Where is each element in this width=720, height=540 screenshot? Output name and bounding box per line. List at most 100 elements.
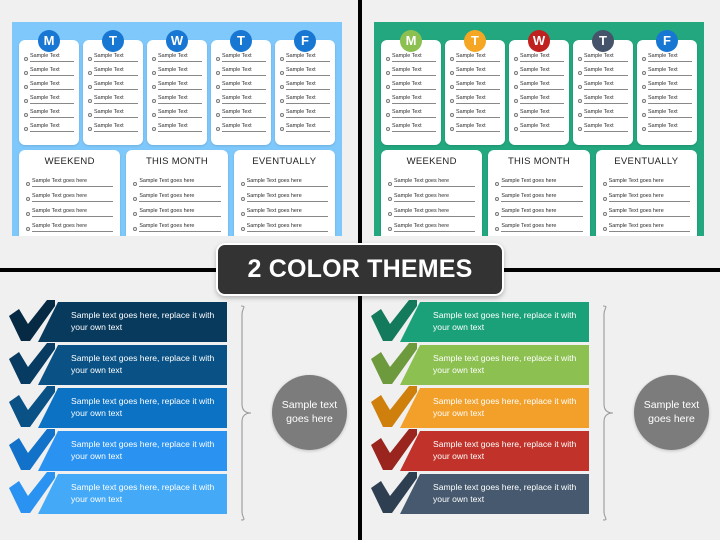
bucket-task-row[interactable]: Sample Text goes here — [133, 202, 221, 217]
arrow-list-item[interactable]: Sample text goes here, replace it with y… — [371, 343, 589, 385]
arrow-list-item[interactable]: Sample text goes here, replace it with y… — [9, 343, 227, 385]
task-row[interactable]: Sample Text — [88, 119, 138, 132]
checkbox-circle-icon[interactable] — [280, 85, 284, 89]
checkbox-circle-icon[interactable] — [642, 99, 646, 103]
checkbox-circle-icon[interactable] — [578, 71, 582, 75]
summary-circle-blue[interactable]: Sample text goes here — [272, 375, 347, 450]
task-row[interactable]: Sample Text — [88, 105, 138, 118]
checkbox-circle-icon[interactable] — [152, 127, 156, 131]
checkbox-circle-icon[interactable] — [216, 127, 220, 131]
task-row[interactable]: Sample Text — [280, 91, 330, 104]
checkbox-circle-icon[interactable] — [280, 71, 284, 75]
checkbox-circle-icon[interactable] — [602, 227, 607, 231]
checkbox-circle-icon[interactable] — [24, 57, 28, 61]
checkbox-circle-icon[interactable] — [88, 71, 92, 75]
day-card[interactable]: W Sample Text Sample Text Sample Text Sample… — [509, 30, 569, 145]
checkbox-circle-icon[interactable] — [602, 197, 607, 201]
bucket-card[interactable]: EVENTUALLY Sample Text goes here Sample Te… — [233, 150, 335, 236]
checkbox-circle-icon[interactable] — [88, 113, 92, 117]
checkbox-circle-icon[interactable] — [578, 99, 582, 103]
task-row[interactable]: Sample Text — [514, 91, 564, 104]
checkbox-circle-icon[interactable] — [450, 71, 454, 75]
checkbox-circle-icon[interactable] — [450, 113, 454, 117]
checkbox-circle-icon[interactable] — [386, 85, 390, 89]
checkbox-circle-icon[interactable] — [388, 182, 392, 186]
checkbox-circle-icon[interactable] — [514, 99, 518, 103]
checkbox-circle-icon[interactable] — [388, 227, 392, 231]
checkbox-circle-icon[interactable] — [578, 127, 582, 131]
checkbox-circle-icon[interactable] — [495, 227, 500, 231]
checkbox-circle-icon[interactable] — [24, 99, 28, 103]
checkbox-circle-icon[interactable] — [26, 212, 30, 216]
checkbox-circle-icon[interactable] — [152, 71, 156, 75]
task-row[interactable]: Sample Text — [152, 119, 202, 132]
task-row[interactable]: Sample Text — [24, 63, 74, 76]
checkbox-circle-icon[interactable] — [450, 85, 454, 89]
checkbox-circle-icon[interactable] — [26, 227, 30, 231]
bucket-card[interactable]: THIS MONTH Sample Text goes here Sample Te… — [488, 150, 590, 236]
checkbox-circle-icon[interactable] — [88, 57, 92, 61]
checkbox-circle-icon[interactable] — [26, 182, 30, 186]
task-row[interactable]: Sample Text — [450, 63, 500, 76]
checkbox-circle-icon[interactable] — [280, 99, 284, 103]
task-row[interactable]: Sample Text — [280, 63, 330, 76]
bucket-task-row[interactable]: Sample Text goes here — [240, 202, 328, 217]
task-row[interactable]: Sample Text — [386, 105, 436, 118]
checkbox-circle-icon[interactable] — [24, 71, 28, 75]
checkbox-circle-icon[interactable] — [495, 212, 500, 216]
checkbox-circle-icon[interactable] — [514, 85, 518, 89]
day-card[interactable]: W Sample Text Sample Text Sample Text Sample… — [147, 30, 207, 145]
checkbox-circle-icon[interactable] — [152, 57, 156, 61]
checkbox-circle-icon[interactable] — [386, 99, 390, 103]
checkbox-circle-icon[interactable] — [602, 212, 607, 216]
bucket-task-row[interactable]: Sample Text goes here — [26, 202, 114, 217]
bucket-card[interactable]: EVENTUALLY Sample Text goes here Sample Te… — [595, 150, 697, 236]
checkbox-circle-icon[interactable] — [642, 85, 646, 89]
checkbox-circle-icon[interactable] — [133, 197, 138, 201]
checkbox-circle-icon[interactable] — [642, 57, 646, 61]
bucket-card[interactable]: THIS MONTH Sample Text goes here Sample Te… — [126, 150, 228, 236]
task-row[interactable]: Sample Text — [152, 105, 202, 118]
task-row[interactable]: Sample Text — [578, 91, 628, 104]
task-row[interactable]: Sample Text — [88, 63, 138, 76]
checkbox-circle-icon[interactable] — [280, 57, 284, 61]
arrow-list-item[interactable]: Sample text goes here, replace it with y… — [9, 429, 227, 471]
checkbox-circle-icon[interactable] — [240, 182, 245, 186]
checkbox-circle-icon[interactable] — [216, 85, 220, 89]
checkbox-circle-icon[interactable] — [388, 197, 392, 201]
checkbox-circle-icon[interactable] — [514, 127, 518, 131]
task-row[interactable]: Sample Text — [216, 63, 266, 76]
bucket-task-row[interactable]: Sample Text goes here — [133, 217, 221, 232]
checkbox-circle-icon[interactable] — [386, 127, 390, 131]
day-card[interactable]: T Sample Text Sample Text Sample Text Sample… — [83, 30, 143, 145]
task-row[interactable]: Sample Text — [216, 105, 266, 118]
arrow-list-item[interactable]: Sample text goes here, replace it with y… — [9, 472, 227, 514]
task-row[interactable]: Sample Text — [578, 105, 628, 118]
task-row[interactable]: Sample Text — [578, 119, 628, 132]
checkbox-circle-icon[interactable] — [514, 113, 518, 117]
task-row[interactable]: Sample Text — [386, 91, 436, 104]
bucket-task-row[interactable]: Sample Text goes here — [240, 217, 328, 232]
checkbox-circle-icon[interactable] — [386, 71, 390, 75]
task-row[interactable]: Sample Text — [450, 77, 500, 90]
task-row[interactable]: Sample Text — [152, 91, 202, 104]
task-row[interactable]: Sample Text — [578, 77, 628, 90]
bucket-task-row[interactable]: Sample Text goes here — [388, 187, 476, 202]
bucket-task-row[interactable]: Sample Text goes here — [495, 187, 583, 202]
arrow-list-item[interactable]: Sample text goes here, replace it with y… — [9, 386, 227, 428]
checkbox-circle-icon[interactable] — [88, 85, 92, 89]
bucket-task-row[interactable]: Sample Text goes here — [26, 172, 114, 187]
checkbox-circle-icon[interactable] — [133, 182, 138, 186]
checkbox-circle-icon[interactable] — [24, 85, 28, 89]
task-row[interactable]: Sample Text — [88, 77, 138, 90]
bucket-task-row[interactable]: Sample Text goes here — [26, 187, 114, 202]
checkbox-circle-icon[interactable] — [88, 99, 92, 103]
bucket-task-row[interactable]: Sample Text goes here — [133, 172, 221, 187]
checkbox-circle-icon[interactable] — [388, 212, 392, 216]
task-row[interactable]: Sample Text — [642, 91, 692, 104]
bucket-task-row[interactable]: Sample Text goes here — [602, 202, 690, 217]
day-card[interactable]: F Sample Text Sample Text Sample Text Sample… — [637, 30, 697, 145]
task-row[interactable]: Sample Text — [514, 119, 564, 132]
bucket-task-row[interactable]: Sample Text goes here — [495, 172, 583, 187]
checkbox-circle-icon[interactable] — [642, 71, 646, 75]
